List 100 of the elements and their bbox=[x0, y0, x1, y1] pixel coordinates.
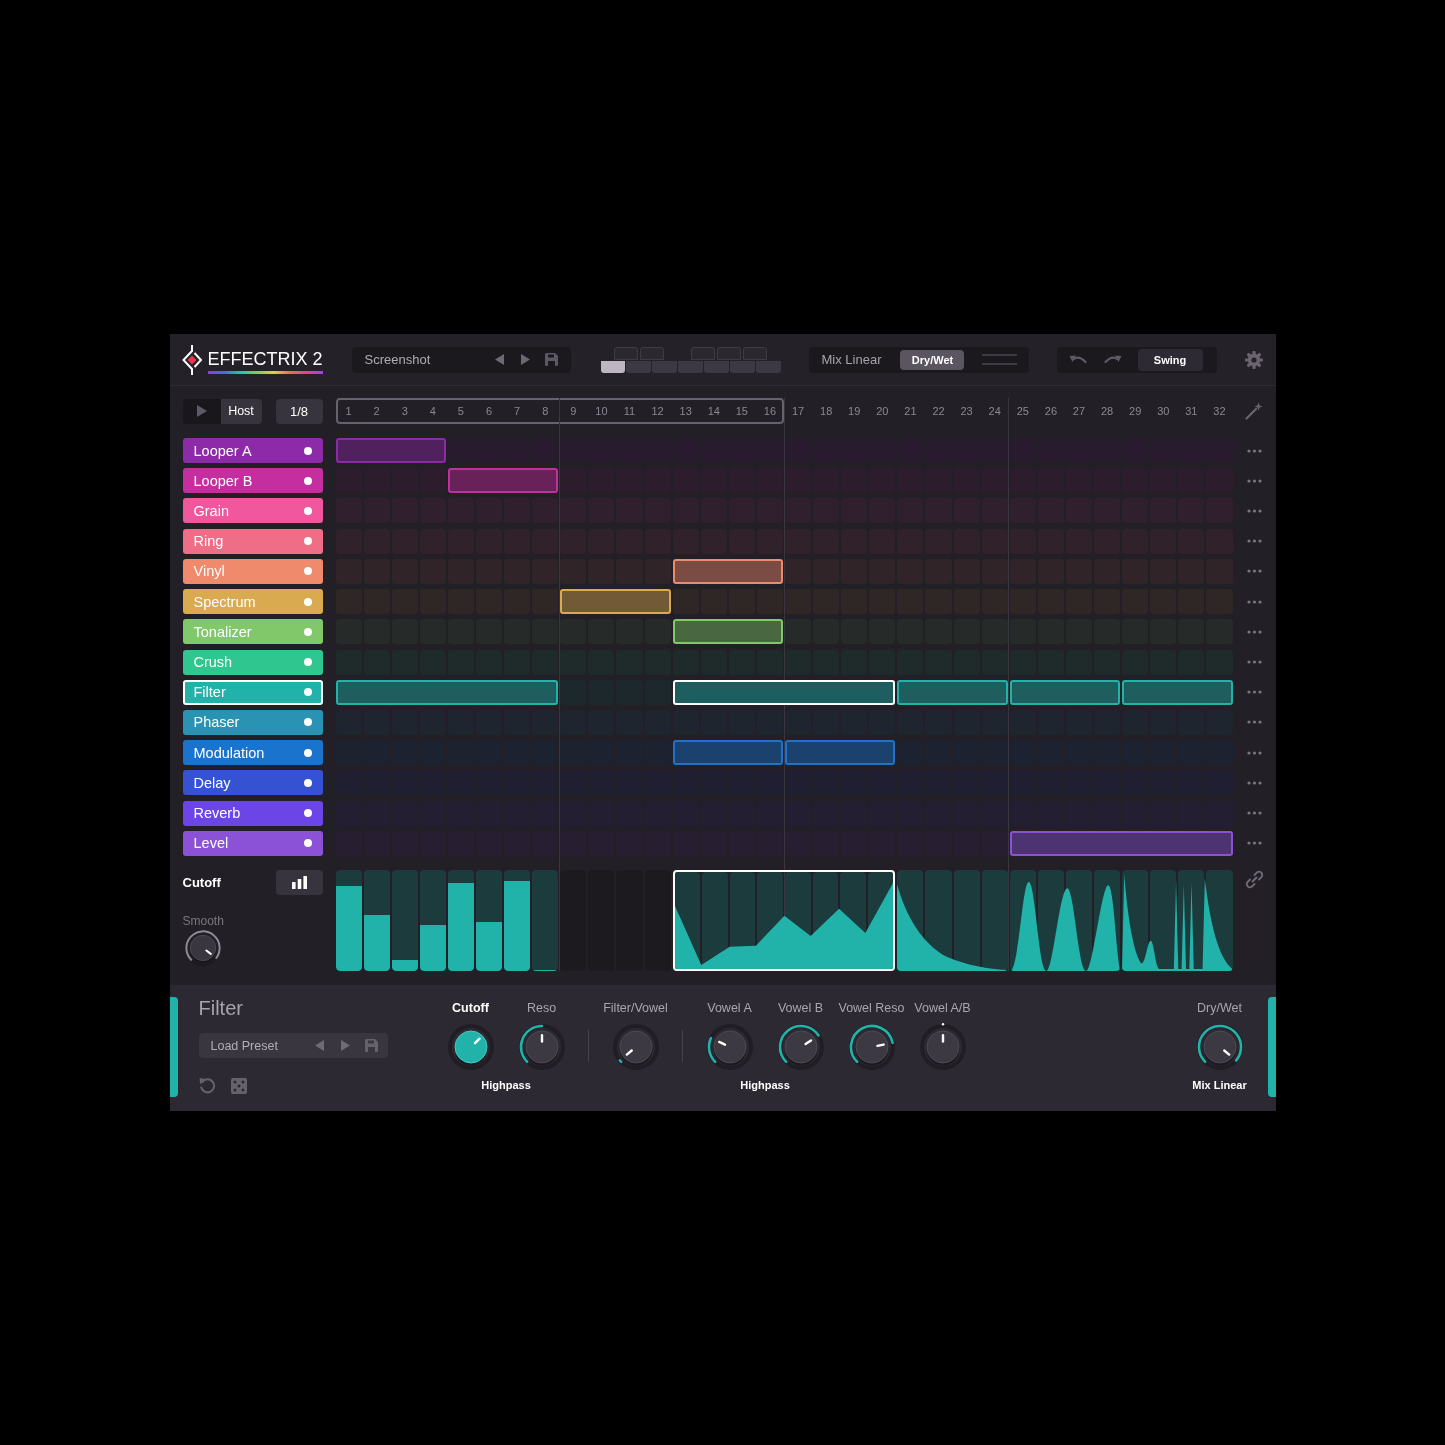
status-dot-icon[interactable] bbox=[303, 537, 312, 546]
mix-mode-label[interactable]: Mix Linear bbox=[821, 352, 882, 367]
host-sync-button[interactable]: Host bbox=[220, 398, 262, 424]
clip-block[interactable] bbox=[447, 468, 559, 494]
preset-field[interactable]: Load Preset bbox=[198, 1033, 388, 1058]
knob[interactable] bbox=[847, 1023, 896, 1071]
track-lane[interactable] bbox=[335, 800, 1233, 826]
link-icon[interactable] bbox=[1244, 869, 1264, 889]
status-dot-icon[interactable] bbox=[303, 839, 312, 848]
track-button[interactable]: Looper B bbox=[182, 468, 323, 494]
more-icon[interactable] bbox=[1246, 599, 1262, 604]
status-dot-icon[interactable] bbox=[303, 597, 312, 606]
step-ruler[interactable]: 1 2 3 4 5 6 7 8 9 10 11 12 13 14 15 16 17 18 19 20 21 22 23 24 25 26 27 28 29 30 31 32 bbox=[335, 398, 1233, 424]
more-icon[interactable] bbox=[1246, 841, 1262, 846]
left-arrow-icon[interactable] bbox=[494, 354, 504, 365]
status-dot-icon[interactable] bbox=[303, 658, 312, 667]
save-icon[interactable] bbox=[364, 1039, 378, 1052]
redo-icon[interactable] bbox=[1103, 354, 1122, 365]
more-icon[interactable] bbox=[1246, 750, 1262, 755]
clip-block[interactable] bbox=[335, 438, 446, 463]
right-arrow-icon[interactable] bbox=[520, 354, 530, 365]
clip-block[interactable] bbox=[1009, 830, 1233, 856]
knob-caption[interactable]: Highpass bbox=[481, 1078, 531, 1092]
rate-button[interactable]: 1/8 bbox=[275, 398, 323, 424]
track-lane[interactable] bbox=[335, 498, 1233, 524]
track-button[interactable]: Modulation bbox=[182, 740, 323, 766]
track-lane[interactable] bbox=[335, 468, 1233, 494]
magic-wand-icon[interactable] bbox=[1245, 402, 1263, 420]
clip-block[interactable] bbox=[335, 679, 559, 705]
knob[interactable] bbox=[517, 1023, 566, 1071]
status-dot-icon[interactable] bbox=[303, 476, 312, 485]
clip-block[interactable] bbox=[672, 619, 783, 645]
status-dot-icon[interactable] bbox=[303, 627, 312, 636]
step-track[interactable] bbox=[363, 869, 390, 971]
track-button[interactable]: Phaser bbox=[182, 709, 323, 735]
status-dot-icon[interactable] bbox=[303, 718, 312, 727]
track-lane[interactable] bbox=[335, 649, 1233, 675]
more-icon[interactable] bbox=[1246, 690, 1262, 695]
left-arrow-icon[interactable] bbox=[314, 1040, 324, 1051]
more-icon[interactable] bbox=[1246, 508, 1262, 513]
clip-block[interactable] bbox=[1122, 679, 1233, 705]
status-dot-icon[interactable] bbox=[303, 688, 312, 697]
more-icon[interactable] bbox=[1246, 569, 1262, 574]
track-lane[interactable] bbox=[335, 709, 1233, 735]
clip-block[interactable] bbox=[672, 740, 783, 766]
status-dot-icon[interactable] bbox=[303, 748, 312, 757]
circular-arrow-icon[interactable] bbox=[198, 1077, 216, 1094]
track-button[interactable]: Reverb bbox=[182, 800, 323, 826]
knob[interactable] bbox=[776, 1023, 825, 1071]
more-icon[interactable] bbox=[1246, 629, 1262, 634]
preset-field[interactable]: Screenshot bbox=[351, 346, 571, 373]
step-track[interactable] bbox=[419, 869, 446, 971]
undo-icon[interactable] bbox=[1068, 354, 1087, 365]
save-icon[interactable] bbox=[544, 353, 558, 366]
track-lane[interactable] bbox=[335, 589, 1233, 615]
step-track[interactable] bbox=[475, 869, 503, 971]
track-button[interactable]: Ring bbox=[182, 528, 323, 554]
knob-caption[interactable]: Mix Linear bbox=[1192, 1078, 1247, 1092]
knob[interactable] bbox=[183, 928, 222, 967]
pattern-key[interactable] bbox=[600, 360, 626, 373]
step-track[interactable] bbox=[532, 869, 559, 971]
track-lane[interactable] bbox=[335, 438, 1233, 463]
step-track[interactable] bbox=[391, 869, 418, 971]
track-lane[interactable] bbox=[335, 770, 1233, 796]
status-dot-icon[interactable] bbox=[303, 778, 312, 787]
step-track[interactable] bbox=[335, 869, 362, 971]
status-dot-icon[interactable] bbox=[303, 567, 312, 576]
loop-range[interactable] bbox=[335, 398, 784, 424]
knob[interactable] bbox=[705, 1023, 754, 1071]
more-icon[interactable] bbox=[1246, 780, 1262, 785]
zigzag-envelope[interactable] bbox=[672, 869, 896, 971]
more-icon[interactable] bbox=[1246, 720, 1262, 725]
spikes-envelope[interactable] bbox=[1122, 869, 1233, 971]
dice-icon[interactable] bbox=[230, 1077, 247, 1094]
decay-envelope[interactable] bbox=[897, 869, 1008, 971]
track-button[interactable]: Looper A bbox=[182, 438, 323, 463]
track-lane[interactable] bbox=[335, 679, 1233, 705]
clip-block[interactable] bbox=[672, 558, 783, 584]
track-button[interactable]: Level bbox=[182, 830, 323, 856]
track-lane[interactable] bbox=[335, 558, 1233, 584]
clip-block[interactable] bbox=[897, 679, 1008, 705]
more-icon[interactable] bbox=[1246, 478, 1262, 483]
knob[interactable] bbox=[446, 1023, 495, 1071]
knob[interactable] bbox=[1195, 1023, 1244, 1071]
track-lane[interactable] bbox=[335, 740, 1233, 766]
play-button[interactable] bbox=[182, 398, 221, 424]
knob-caption[interactable]: Highpass bbox=[740, 1078, 790, 1092]
status-dot-icon[interactable] bbox=[303, 446, 312, 455]
track-lane[interactable] bbox=[335, 619, 1233, 645]
right-arrow-icon[interactable] bbox=[340, 1040, 350, 1051]
status-dot-icon[interactable] bbox=[303, 506, 312, 515]
more-icon[interactable] bbox=[1246, 660, 1262, 665]
bumps-envelope[interactable] bbox=[1009, 869, 1121, 971]
bar-chart-button[interactable] bbox=[275, 869, 323, 895]
clip-block[interactable] bbox=[1009, 679, 1121, 705]
settings-icon[interactable] bbox=[1244, 350, 1263, 369]
clip-block[interactable] bbox=[785, 740, 896, 766]
clip-block[interactable] bbox=[560, 589, 671, 615]
track-lane[interactable] bbox=[335, 830, 1233, 856]
track-button[interactable]: Delay bbox=[182, 770, 323, 796]
